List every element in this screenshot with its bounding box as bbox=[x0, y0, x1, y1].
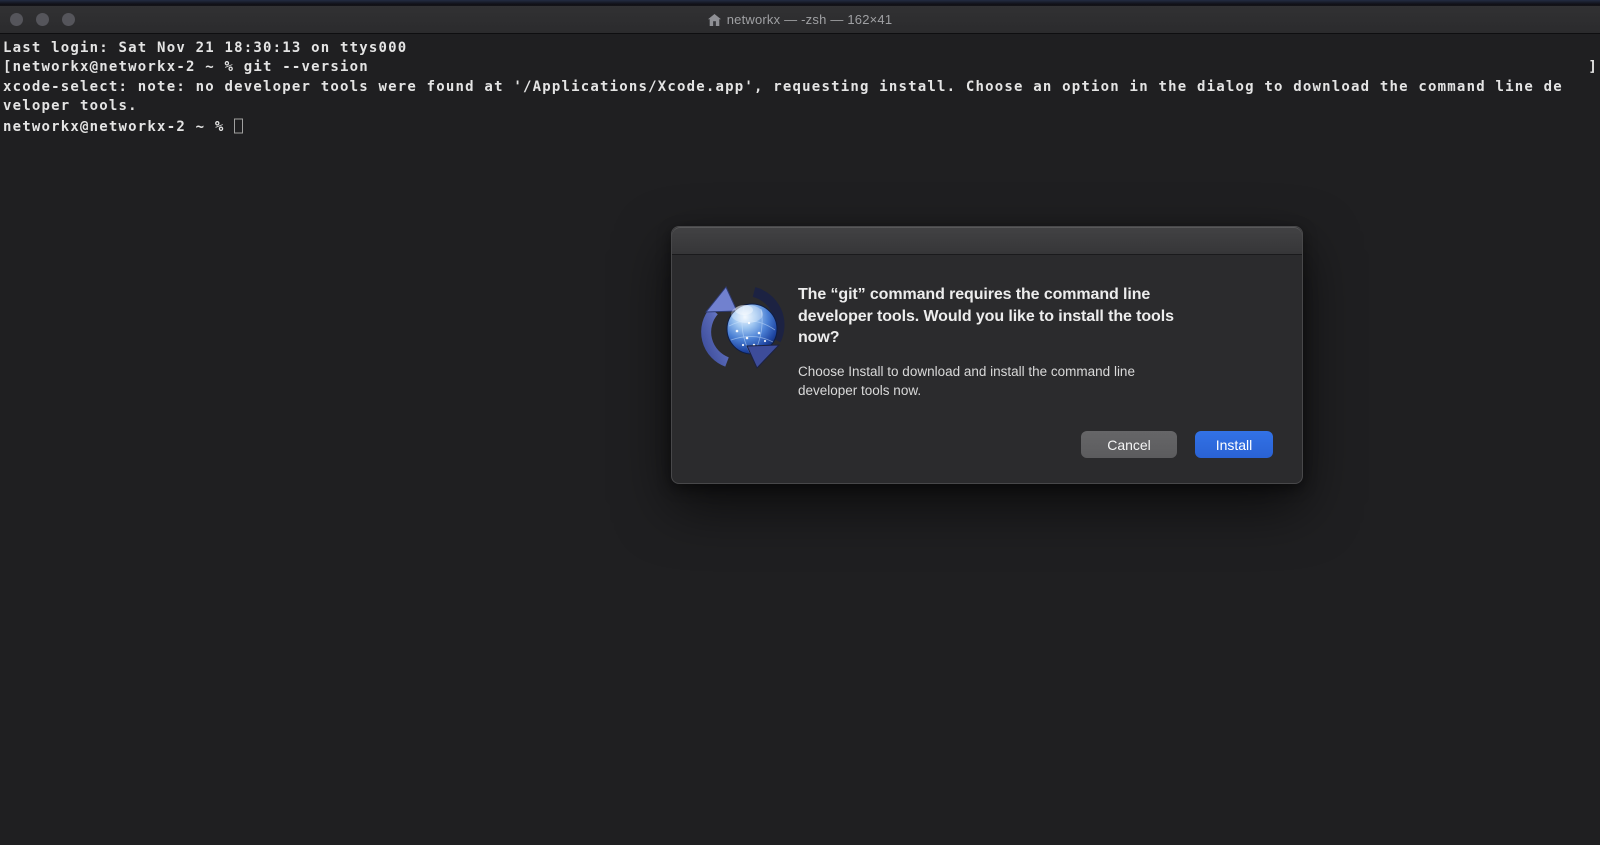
home-folder-icon bbox=[708, 14, 721, 26]
traffic-lights bbox=[10, 6, 75, 33]
terminal-line-text: Last login: Sat Nov 21 18:30:13 on ttys0… bbox=[3, 40, 407, 56]
dialog-text: The “git” command requires the command l… bbox=[798, 283, 1174, 401]
window-title-group: networkx — -zsh — 162×41 bbox=[708, 12, 893, 27]
terminal-line-text: veloper tools. bbox=[3, 98, 138, 114]
terminal-line: networkx@networkx-2 ~ % bbox=[3, 116, 1600, 137]
window-title: networkx — -zsh — 162×41 bbox=[727, 12, 893, 27]
dialog-buttons: Cancel Install bbox=[1081, 431, 1273, 458]
dialog-body: The “git” command requires the command l… bbox=[672, 255, 1302, 401]
terminal-line: Last login: Sat Nov 21 18:30:13 on ttys0… bbox=[3, 39, 1600, 58]
software-update-icon bbox=[699, 283, 785, 369]
install-developer-tools-dialog: The “git” command requires the command l… bbox=[671, 226, 1303, 484]
zoom-window-button[interactable] bbox=[62, 13, 75, 26]
dialog-heading-line: developer tools. Would you like to insta… bbox=[798, 306, 1174, 328]
close-window-button[interactable] bbox=[10, 13, 23, 26]
cancel-button[interactable]: Cancel bbox=[1081, 431, 1177, 458]
minimize-window-button[interactable] bbox=[36, 13, 49, 26]
dialog-message: Choose Install to download and install t… bbox=[798, 362, 1174, 401]
terminal-line-text: xcode-select: note: no developer tools w… bbox=[3, 79, 1563, 95]
terminal-line-text: networkx@networkx-2 ~ % bbox=[3, 119, 234, 135]
terminal-right-bracket: ] bbox=[1588, 58, 1598, 77]
terminal-cursor bbox=[234, 119, 243, 134]
dialog-heading-line: The “git” command requires the command l… bbox=[798, 284, 1174, 306]
dialog-heading: The “git” command requires the command l… bbox=[798, 284, 1174, 349]
terminal-titlebar: networkx — -zsh — 162×41 bbox=[0, 6, 1600, 34]
dialog-titlebar[interactable] bbox=[672, 227, 1302, 255]
dialog-message-line: developer tools now. bbox=[798, 381, 1174, 401]
terminal-line: xcode-select: note: no developer tools w… bbox=[3, 78, 1600, 97]
dialog-message-line: Choose Install to download and install t… bbox=[798, 362, 1174, 382]
terminal-line-text: [networkx@networkx-2 ~ % git --version bbox=[3, 59, 369, 75]
terminal-line: veloper tools. bbox=[3, 97, 1600, 116]
terminal-line: [networkx@networkx-2 ~ % git --version] bbox=[3, 58, 1600, 77]
install-button[interactable]: Install bbox=[1195, 431, 1273, 458]
dialog-heading-line: now? bbox=[798, 327, 1174, 349]
